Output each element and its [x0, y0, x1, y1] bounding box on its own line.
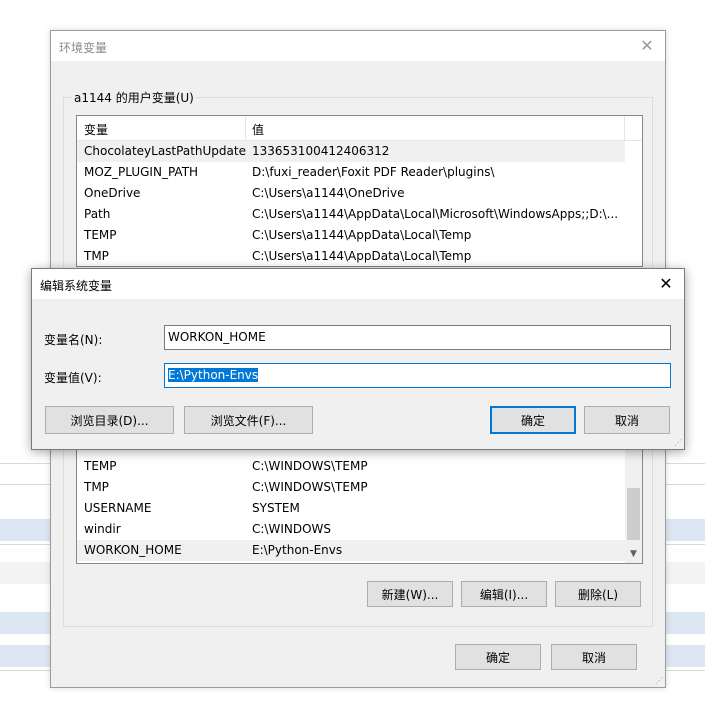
- column-header-value[interactable]: 值: [252, 121, 264, 138]
- scrollbar-thumb[interactable]: [627, 488, 640, 540]
- delete-variable-button[interactable]: 删除(L): [555, 581, 641, 607]
- chevron-down-icon[interactable]: ▼: [625, 546, 642, 563]
- close-icon[interactable]: ✕: [637, 36, 657, 56]
- table-row[interactable]: OneDrive C:\Users\a1144\OneDrive: [77, 183, 642, 204]
- browse-directory-button[interactable]: 浏览目录(D)...: [45, 406, 174, 434]
- variable-value-input[interactable]: E:\Python-Envs: [164, 363, 671, 388]
- resize-grip-icon[interactable]: ⋰: [674, 438, 682, 447]
- table-row-selected[interactable]: WORKON_HOME E:\Python-Envs: [77, 540, 625, 561]
- table-row[interactable]: TMP C:\WINDOWS\TEMP: [77, 477, 625, 498]
- variable-value: C:\Users\a1144\AppData\Local\Temp: [252, 228, 472, 242]
- table-row[interactable]: MOZ_PLUGIN_PATH D:\fuxi_reader\Foxit PDF…: [77, 162, 642, 183]
- variable-value: SYSTEM: [252, 501, 300, 515]
- list-header: 变量 值: [77, 116, 642, 141]
- variable-name: WORKON_HOME: [84, 543, 182, 557]
- table-row[interactable]: TEMP C:\WINDOWS\TEMP: [77, 456, 625, 477]
- variable-value: C:\Users\a1144\AppData\Local\Temp: [252, 249, 472, 263]
- edit-dialog-title: 编辑系统变量: [40, 279, 113, 293]
- variable-name: MOZ_PLUGIN_PATH: [84, 165, 199, 179]
- table-row[interactable]: Path C:\Users\a1144\AppData\Local\Micros…: [77, 204, 642, 225]
- edit-cancel-button[interactable]: 取消: [584, 406, 670, 434]
- variable-name: TEMP: [84, 459, 117, 473]
- variable-value: C:\WINDOWS: [252, 522, 332, 536]
- variable-value: C:\WINDOWS\TEMP: [252, 480, 368, 494]
- column-header-variable[interactable]: 变量: [84, 121, 108, 138]
- browse-file-button[interactable]: 浏览文件(F)...: [184, 406, 313, 434]
- variable-name: TEMP: [84, 228, 117, 242]
- close-icon[interactable]: ✕: [656, 274, 676, 294]
- variable-name: USERNAME: [84, 501, 152, 515]
- variable-name-input[interactable]: WORKON_HOME: [164, 325, 671, 350]
- variable-name: Path: [84, 207, 111, 221]
- variable-name-label: 变量名(N):: [44, 333, 103, 347]
- vertical-scrollbar[interactable]: ▼: [625, 436, 642, 563]
- edit-variable-button[interactable]: 编辑(I)...: [461, 581, 547, 607]
- new-variable-button[interactable]: 新建(W)...: [367, 581, 453, 607]
- variable-name: windir: [84, 522, 121, 536]
- env-titlebar: 环境变量 ✕: [51, 31, 665, 61]
- table-row[interactable]: TMP C:\Users\a1144\AppData\Local\Temp: [77, 246, 642, 266]
- variable-value-text: E:\Python-Envs: [168, 368, 259, 382]
- variable-name: TMP: [84, 480, 109, 494]
- variable-value: D:\fuxi_reader\Foxit PDF Reader\plugins\: [252, 165, 495, 179]
- user-variables-list[interactable]: 变量 值 ChocolateyLastPathUpdate 1336531004…: [76, 115, 643, 267]
- variable-name: OneDrive: [84, 186, 141, 200]
- edit-ok-button[interactable]: 确定: [490, 406, 576, 434]
- variable-name-text: WORKON_HOME: [168, 330, 266, 344]
- variable-value: C:\WINDOWS\TEMP: [252, 459, 368, 473]
- edit-titlebar: 编辑系统变量 ✕: [32, 269, 684, 299]
- table-row[interactable]: windir C:\WINDOWS: [77, 519, 625, 540]
- variable-value: C:\Users\a1144\AppData\Local\Microsoft\W…: [252, 207, 619, 221]
- variable-value-label: 变量值(V):: [44, 371, 102, 385]
- variable-value: C:\Users\a1144\OneDrive: [252, 186, 405, 200]
- variable-value: 133653100412406312: [252, 144, 390, 158]
- variable-name: ChocolateyLastPathUpdate: [84, 144, 246, 158]
- table-row[interactable]: TEMP C:\Users\a1144\AppData\Local\Temp: [77, 225, 642, 246]
- env-cancel-button[interactable]: 取消: [551, 644, 637, 670]
- table-row[interactable]: ChocolateyLastPathUpdate 133653100412406…: [77, 141, 625, 162]
- env-ok-button[interactable]: 确定: [455, 644, 541, 670]
- table-row[interactable]: USERNAME SYSTEM: [77, 498, 625, 519]
- user-variables-label: a1144 的用户变量(U): [72, 89, 196, 106]
- variable-value: E:\Python-Envs: [252, 543, 343, 557]
- env-window-title: 环境变量: [59, 41, 108, 55]
- variable-name: TMP: [84, 249, 109, 263]
- system-variables-list[interactable]: TEMP C:\WINDOWS\TEMP TMP C:\WINDOWS\TEMP…: [76, 436, 643, 564]
- edit-system-variable-dialog: 编辑系统变量 ✕ 变量名(N): WORKON_HOME 变量值(V): E:\…: [31, 268, 685, 450]
- resize-grip-icon[interactable]: ⋰: [655, 676, 663, 685]
